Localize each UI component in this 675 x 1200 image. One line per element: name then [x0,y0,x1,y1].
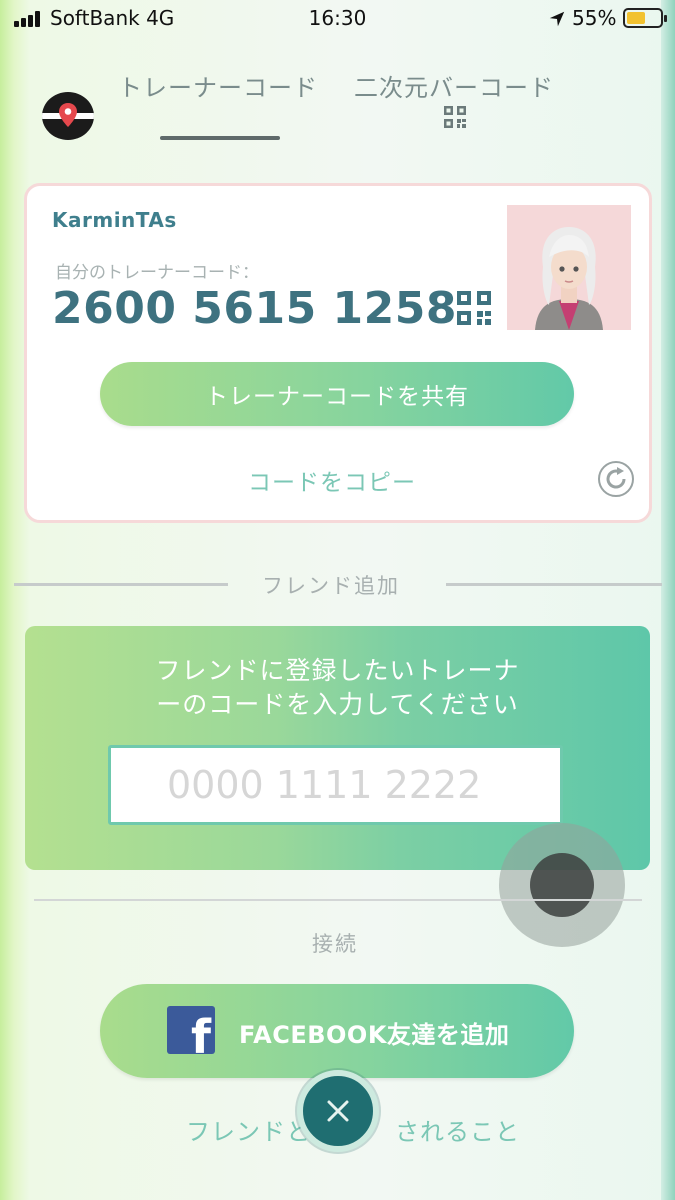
trainer-username: KarminTAs [52,208,177,232]
right-edge-strip [661,0,675,1200]
battery-fill [627,12,645,24]
close-button[interactable] [297,1070,379,1152]
avatar-illustration [507,205,631,330]
status-bar: SoftBank 4G 16:30 55% [0,0,675,38]
facebook-icon: f [167,1006,215,1054]
map-pin-icon [59,103,77,127]
friend-add-prompt-line2: ーのコードを入力してください [156,690,519,719]
trainer-code-value: 2600 5615 1258 [52,283,458,334]
tab-qr-code[interactable]: 二次元バーコード [354,68,554,103]
section-divider [14,583,228,586]
section-divider [34,899,642,901]
trainer-avatar [507,205,631,330]
copy-code-link[interactable]: コードをコピー [248,463,416,497]
battery-icon [623,8,667,28]
qr-code-icon[interactable] [456,290,492,326]
friend-add-title: フレンド追加 [262,574,400,598]
facebook-button-label: FACEBOOK友達を追加 [239,1021,510,1049]
refresh-icon[interactable] [597,460,635,498]
section-divider [446,583,662,586]
close-icon [327,1100,349,1122]
qr-code-icon[interactable] [443,105,467,129]
active-tab-indicator [160,136,280,140]
share-trainer-code-button[interactable]: トレーナーコードを共有 [100,362,574,426]
trainer-code-caption: 自分のトレーナーコード： [55,263,259,283]
location-arrow-icon [549,11,565,27]
connect-title: 接続 [312,932,358,956]
friend-add-prompt: フレンドに登録したいトレーナ ーのコードを入力してください [25,654,650,722]
tab-trainer-code[interactable]: トレーナーコード [118,68,318,103]
friend-code-input[interactable] [108,745,563,825]
friend-add-prompt-line1: フレンドに登録したいトレーナ [155,656,520,685]
app-logo-icon[interactable] [42,92,94,140]
battery-percent: 55% [572,6,617,30]
assistive-touch-knob [530,853,594,917]
